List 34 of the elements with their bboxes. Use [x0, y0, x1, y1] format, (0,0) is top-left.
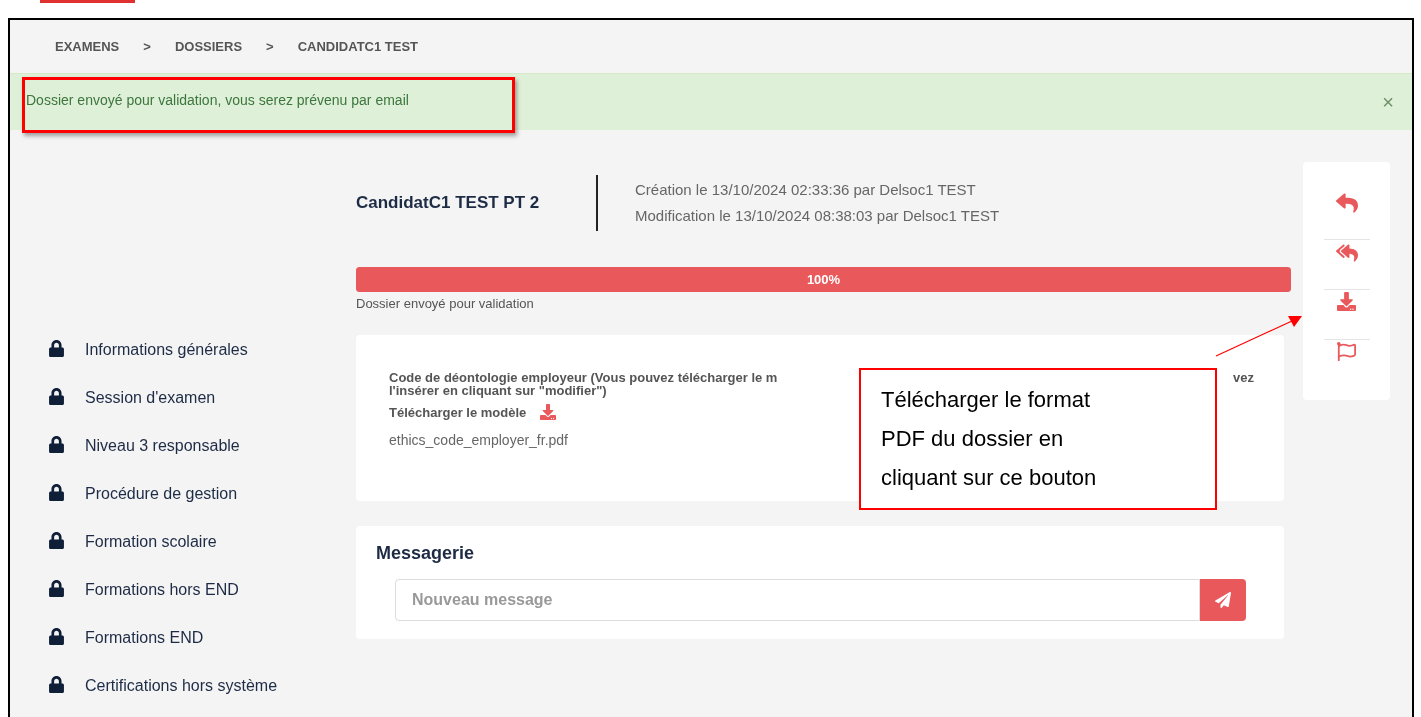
description-text: Code de déontologie employeur (Vous pouvez télécharger le m	[389, 370, 778, 384]
download-icon[interactable]	[1337, 292, 1356, 311]
progress-status: Dossier envoyé pour validation	[356, 295, 535, 313]
file-name: ethics_code_employer_fr.pdf	[389, 431, 568, 450]
callout-text: Télécharger le format PDF du dossier en cliquant sur ce bouton	[881, 386, 1098, 492]
reply-icon[interactable]	[1335, 192, 1358, 214]
creation-info: Création le 13/10/2024 02:33:36 par Delsoc1 TEST	[635, 180, 977, 200]
sidebar-item[interactable]: Formations hors END	[85, 579, 239, 601]
dossier-title: CandidatC1 TEST PT 2	[356, 192, 541, 215]
sidebar-item[interactable]: Informations générales	[85, 339, 248, 361]
sidebar-item[interactable]: Formation scolaire	[85, 531, 217, 553]
description-text: vez	[1233, 370, 1254, 384]
sidebar-item[interactable]: Formations END	[85, 627, 204, 649]
progress-label: 100%	[805, 270, 842, 289]
send-button[interactable]	[1200, 578, 1246, 621]
sidebar-item[interactable]: Session d'examen	[85, 387, 216, 409]
sidebar-item[interactable]: Niveau 3 responsable	[85, 435, 240, 457]
modification-info: Modification le 13/10/2024 08:38:03 par Delsoc1 TEST	[635, 205, 1000, 226]
breadcrumb-separator: >	[266, 37, 274, 56]
sidebar-item[interactable]: Certifications hors système	[85, 675, 278, 697]
download-icon[interactable]	[540, 404, 557, 421]
breadcrumb-link[interactable]: EXAMENS	[55, 36, 120, 57]
messaging-title: Messagerie	[376, 541, 476, 565]
alert-message: Dossier envoyé pour validation, vous serez prévenu par email	[26, 91, 409, 110]
breadcrumb-separator: >	[143, 37, 151, 56]
breadcrumb-link[interactable]: CANDIDATC1 TEST	[297, 36, 419, 57]
reply-all-icon[interactable]	[1335, 242, 1358, 264]
flag-icon[interactable]	[1337, 342, 1356, 361]
send-icon	[1215, 591, 1231, 608]
download-label: Télécharger le modèle	[389, 403, 527, 422]
sidebar-item[interactable]: Procédure de gestion	[85, 483, 238, 505]
message-input[interactable]: Nouveau message	[395, 578, 1200, 621]
description-text: l'insérer en cliquant sur "modifier")	[389, 383, 607, 397]
breadcrumb-link[interactable]: DOSSIERS	[174, 36, 243, 57]
